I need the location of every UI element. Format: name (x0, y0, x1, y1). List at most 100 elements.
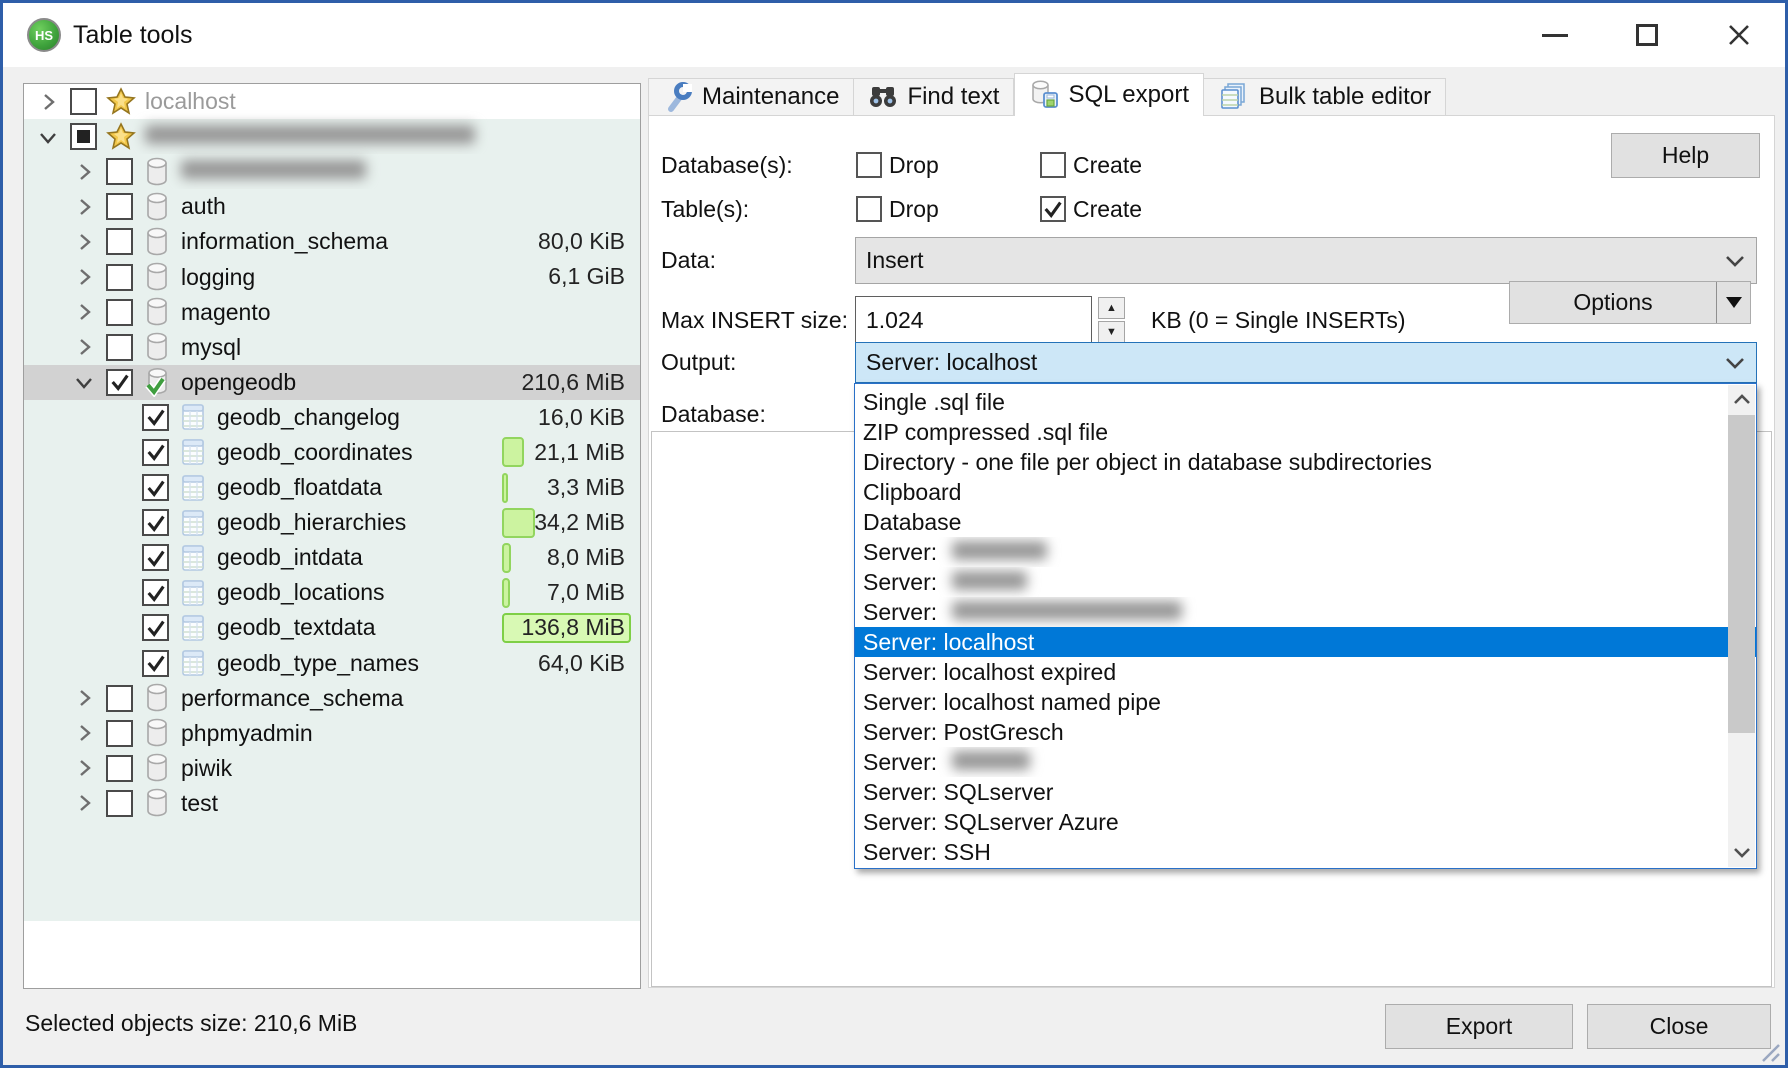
tree-row-performance_schema[interactable]: performance_schema (24, 681, 640, 716)
tree-row-geodb_coordinates[interactable]: geodb_coordinates21,1 MiB (24, 435, 640, 470)
minimize-button[interactable] (1531, 11, 1579, 59)
dropdown-option[interactable]: Server: localhost (855, 627, 1756, 657)
dropdown-option[interactable]: Database (855, 507, 1756, 537)
resize-grip[interactable] (1755, 1037, 1781, 1063)
tree-checkbox-unchecked[interactable] (70, 88, 97, 115)
tree-checkbox-checked[interactable] (142, 509, 169, 536)
tree-row-magento[interactable]: magento (24, 295, 640, 330)
chevron-down-icon[interactable] (70, 368, 98, 396)
tree-row-piwik[interactable]: piwik (24, 751, 640, 786)
tree-row-logging[interactable]: logging6,1 GiB (24, 259, 640, 294)
chevron-right-icon[interactable] (70, 684, 98, 712)
tree-checkbox-partial[interactable] (70, 123, 97, 150)
tree-checkbox-checked[interactable] (142, 439, 169, 466)
tree-checkbox-unchecked[interactable] (106, 193, 133, 220)
dropdown-option[interactable]: Server: (855, 567, 1756, 597)
tree-row-geodb_locations[interactable]: geodb_locations7,0 MiB (24, 575, 640, 610)
tree-checkbox-checked[interactable] (142, 579, 169, 606)
data-select[interactable]: Insert (855, 237, 1757, 284)
tab-sql-export[interactable]: SQL export (1014, 73, 1204, 116)
tree-row-redacted[interactable] (24, 119, 640, 154)
tree-row-information_schema[interactable]: information_schema80,0 KiB (24, 224, 640, 259)
tree-row-geodb_intdata[interactable]: geodb_intdata8,0 MiB (24, 540, 640, 575)
tree-checkbox-unchecked[interactable] (106, 158, 133, 185)
dropdown-option[interactable]: Single .sql file (855, 387, 1756, 417)
tree-row-geodb_hierarchies[interactable]: geodb_hierarchies34,2 MiB (24, 505, 640, 540)
tree-checkbox-unchecked[interactable] (106, 299, 133, 326)
close-button[interactable] (1715, 11, 1763, 59)
scroll-down-button[interactable] (1728, 839, 1755, 867)
output-select[interactable]: Server: localhost (855, 342, 1757, 383)
tab-bulk-table-editor[interactable]: Bulk table editor (1204, 78, 1446, 116)
chevron-right-icon[interactable] (70, 789, 98, 817)
dropdown-option[interactable]: ZIP compressed .sql file (855, 417, 1756, 447)
tree-checkbox-unchecked[interactable] (106, 755, 133, 782)
tree-checkbox-unchecked[interactable] (106, 228, 133, 255)
dropdown-option[interactable]: Server: SSH (855, 837, 1756, 867)
tree-row-geodb_changelog[interactable]: geodb_changelog16,0 KiB (24, 400, 640, 435)
chevron-right-icon[interactable] (70, 228, 98, 256)
tab-maintenance[interactable]: Maintenance (648, 78, 854, 116)
dropdown-option[interactable]: Server: localhost named pipe (855, 687, 1756, 717)
tree-checkbox-checked[interactable] (142, 614, 169, 641)
output-dropdown-list[interactable]: Single .sql fileZIP compressed .sql file… (854, 383, 1757, 869)
scrollbar-thumb[interactable] (1728, 415, 1755, 733)
tree-row-test[interactable]: test (24, 786, 640, 821)
tables-drop-checkbox[interactable] (856, 196, 882, 222)
dropdown-option[interactable]: Server: PostGresch (855, 717, 1756, 747)
dropdown-option[interactable]: Server: localhost expired (855, 657, 1756, 687)
dropdown-option[interactable]: Server: (855, 747, 1756, 777)
chevron-right-icon[interactable] (70, 193, 98, 221)
tree-checkbox-unchecked[interactable] (106, 685, 133, 712)
tree-checkbox-unchecked[interactable] (106, 790, 133, 817)
chevron-right-icon[interactable] (34, 88, 62, 116)
databases-drop-checkbox[interactable] (856, 152, 882, 178)
tree-checkbox-unchecked[interactable] (106, 720, 133, 747)
tree-row-phpmyadmin[interactable]: phpmyadmin (24, 716, 640, 751)
chevron-right-icon[interactable] (70, 158, 98, 186)
dropdown-option[interactable]: Directory - one file per object in datab… (855, 447, 1756, 477)
close-dialog-button[interactable]: Close (1587, 1004, 1771, 1049)
databases-create-checkbox[interactable] (1040, 152, 1066, 178)
tree-row-mysql[interactable]: mysql (24, 330, 640, 365)
tree-checkbox-checked[interactable] (142, 650, 169, 677)
tree-row-geodb_floatdata[interactable]: geodb_floatdata3,3 MiB (24, 470, 640, 505)
chevron-right-icon[interactable] (70, 263, 98, 291)
tree-row-opengeodb[interactable]: opengeodb210,6 MiB (24, 365, 640, 400)
tree-checkbox-unchecked[interactable] (106, 264, 133, 291)
tree-row-geodb_textdata[interactable]: geodb_textdata136,8 MiB (24, 610, 640, 645)
tree-row-geodb_type_names[interactable]: geodb_type_names64,0 KiB (24, 646, 640, 681)
tree-checkbox-checked[interactable] (142, 544, 169, 571)
tab-find-text[interactable]: Find text (854, 78, 1014, 116)
dropdown-option[interactable]: Server: (855, 537, 1756, 567)
tree-checkbox-checked[interactable] (106, 369, 133, 396)
tree-checkbox-checked[interactable] (142, 474, 169, 501)
dropdown-scrollbar[interactable] (1728, 385, 1755, 867)
spinner-down-button[interactable]: ▼ (1098, 321, 1125, 343)
tables-create-checkbox[interactable] (1040, 196, 1066, 222)
maximize-button[interactable] (1623, 11, 1671, 59)
spinner-up-button[interactable]: ▲ (1098, 297, 1125, 319)
dropdown-option[interactable]: Clipboard (855, 477, 1756, 507)
tree-checkbox-unchecked[interactable] (106, 334, 133, 361)
object-tree[interactable]: localhost authinformation_schema80,0 KiBl… (23, 83, 641, 989)
options-button[interactable]: Options (1509, 281, 1751, 324)
chevron-right-icon[interactable] (70, 333, 98, 361)
chevron-right-icon[interactable] (70, 754, 98, 782)
tree-row-redacted[interactable] (24, 154, 640, 189)
dropdown-option[interactable]: Server: (855, 597, 1756, 627)
max-insert-size-input[interactable]: 1.024 (855, 296, 1092, 344)
scroll-up-button[interactable] (1728, 385, 1755, 413)
dropdown-option[interactable]: Server: SQLserver Azure (855, 807, 1756, 837)
tree-row-auth[interactable]: auth (24, 189, 640, 224)
export-button[interactable]: Export (1385, 1004, 1573, 1049)
tree-checkbox-checked[interactable] (142, 404, 169, 431)
help-button[interactable]: Help (1611, 133, 1760, 178)
tree-row-localhost[interactable]: localhost (24, 84, 640, 119)
chevron-down-icon[interactable] (34, 123, 62, 151)
dropdown-option[interactable]: Server: SQLserver (855, 777, 1756, 807)
options-dropdown-button[interactable] (1716, 282, 1750, 323)
expander-placeholder (106, 649, 134, 677)
chevron-right-icon[interactable] (70, 719, 98, 747)
chevron-right-icon[interactable] (70, 298, 98, 326)
